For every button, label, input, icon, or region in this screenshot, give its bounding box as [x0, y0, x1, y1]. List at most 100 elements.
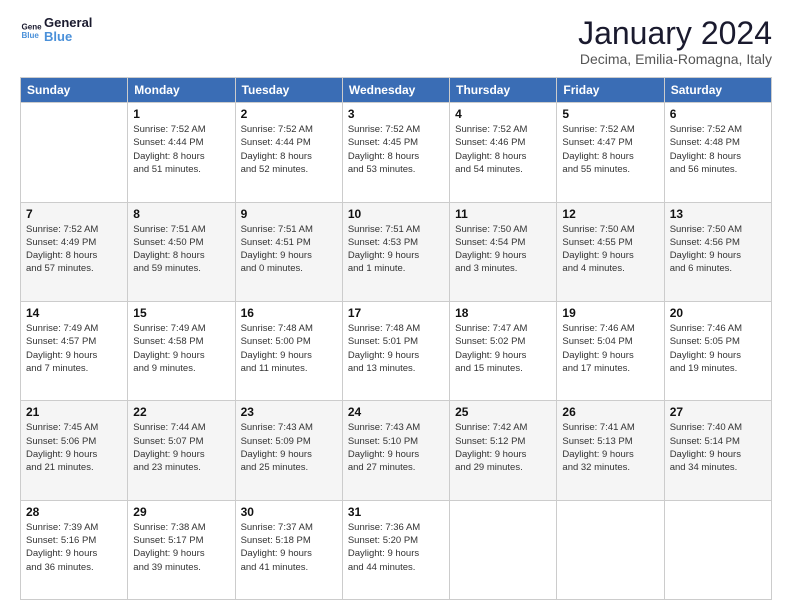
day-cell: 26Sunrise: 7:41 AM Sunset: 5:13 PM Dayli… — [557, 401, 664, 500]
day-cell: 31 Sunrise: 7:36 AM Sunset: 5:20 PM Dayli… — [342, 500, 449, 599]
day-cell: 6 Sunrise: 7:52 AM Sunset: 4:48 PM Daylig… — [664, 103, 771, 202]
day-cell: 23 Sunrise: 7:43 AM Sunset: 5:09 PM Dayli… — [235, 401, 342, 500]
day-info: Sunrise: 7:50 AM Sunset: 4:55 PM Dayligh… — [562, 223, 658, 276]
day-info: Sunrise: 7:42 AM Sunset: 5:12 PM Dayligh… — [455, 421, 551, 474]
day-info: Sunrise: 7:51 AM Sunset: 4:51 PM Dayligh… — [241, 223, 337, 276]
day-cell: 12 Sunrise: 7:50 AM Sunset: 4:55 PM Dayli… — [557, 202, 664, 301]
day-number: 14 — [26, 306, 122, 320]
day-number: 17 — [348, 306, 444, 320]
day-cell: 1Sunrise: 7:52 AM Sunset: 4:44 PM Daylig… — [128, 103, 235, 202]
day-number: 8 — [133, 207, 229, 221]
day-number: 15 — [133, 306, 229, 320]
title-block: January 2024 Decima, Emilia-Romagna, Ita… — [578, 16, 772, 67]
day-number: 1 — [133, 107, 229, 121]
day-info: Sunrise: 7:52 AM Sunset: 4:47 PM Dayligh… — [562, 123, 658, 176]
day-info: Sunrise: 7:39 AM Sunset: 5:16 PM Dayligh… — [26, 521, 122, 574]
day-number: 6 — [670, 107, 766, 121]
header-row: SundayMondayTuesdayWednesdayThursdayFrid… — [21, 78, 772, 103]
day-number: 18 — [455, 306, 551, 320]
day-number: 30 — [241, 505, 337, 519]
day-cell: 28 Sunrise: 7:39 AM Sunset: 5:16 PM Dayli… — [21, 500, 128, 599]
day-cell: 9Sunrise: 7:51 AM Sunset: 4:51 PM Daylig… — [235, 202, 342, 301]
header-cell-wednesday: Wednesday — [342, 78, 449, 103]
day-cell: 18 Sunrise: 7:47 AM Sunset: 5:02 PM Dayli… — [450, 301, 557, 400]
week-row-2: 14 Sunrise: 7:49 AM Sunset: 4:57 PM Dayli… — [21, 301, 772, 400]
day-info: Sunrise: 7:36 AM Sunset: 5:20 PM Dayligh… — [348, 521, 444, 574]
day-info: Sunrise: 7:52 AM Sunset: 4:49 PM Dayligh… — [26, 223, 122, 276]
week-row-1: 7 Sunrise: 7:52 AM Sunset: 4:49 PM Daylig… — [21, 202, 772, 301]
day-cell — [450, 500, 557, 599]
day-cell — [21, 103, 128, 202]
day-info: Sunrise: 7:51 AM Sunset: 4:50 PM Dayligh… — [133, 223, 229, 276]
svg-text:Blue: Blue — [21, 31, 39, 40]
day-cell: 21Sunrise: 7:45 AM Sunset: 5:06 PM Dayli… — [21, 401, 128, 500]
day-info: Sunrise: 7:50 AM Sunset: 4:54 PM Dayligh… — [455, 223, 551, 276]
day-number: 10 — [348, 207, 444, 221]
calendar-table: SundayMondayTuesdayWednesdayThursdayFrid… — [20, 77, 772, 600]
month-title: January 2024 — [578, 16, 772, 51]
day-info: Sunrise: 7:48 AM Sunset: 5:01 PM Dayligh… — [348, 322, 444, 375]
day-number: 28 — [26, 505, 122, 519]
day-cell: 30 Sunrise: 7:37 AM Sunset: 5:18 PM Dayli… — [235, 500, 342, 599]
day-cell: 11 Sunrise: 7:50 AM Sunset: 4:54 PM Dayli… — [450, 202, 557, 301]
day-cell: 19 Sunrise: 7:46 AM Sunset: 5:04 PM Dayli… — [557, 301, 664, 400]
day-number: 23 — [241, 405, 337, 419]
day-cell: 22 Sunrise: 7:44 AM Sunset: 5:07 PM Dayli… — [128, 401, 235, 500]
week-row-0: 1Sunrise: 7:52 AM Sunset: 4:44 PM Daylig… — [21, 103, 772, 202]
day-cell: 4 Sunrise: 7:52 AM Sunset: 4:46 PM Daylig… — [450, 103, 557, 202]
day-info: Sunrise: 7:45 AM Sunset: 5:06 PM Dayligh… — [26, 421, 122, 474]
header: General Blue General Blue January 2024 D… — [20, 16, 772, 67]
day-cell: 5Sunrise: 7:52 AM Sunset: 4:47 PM Daylig… — [557, 103, 664, 202]
day-info: Sunrise: 7:52 AM Sunset: 4:48 PM Dayligh… — [670, 123, 766, 176]
header-cell-friday: Friday — [557, 78, 664, 103]
day-number: 19 — [562, 306, 658, 320]
day-info: Sunrise: 7:38 AM Sunset: 5:17 PM Dayligh… — [133, 521, 229, 574]
day-info: Sunrise: 7:43 AM Sunset: 5:09 PM Dayligh… — [241, 421, 337, 474]
day-cell: 3 Sunrise: 7:52 AM Sunset: 4:45 PM Daylig… — [342, 103, 449, 202]
header-cell-tuesday: Tuesday — [235, 78, 342, 103]
day-info: Sunrise: 7:51 AM Sunset: 4:53 PM Dayligh… — [348, 223, 444, 276]
location-subtitle: Decima, Emilia-Romagna, Italy — [578, 51, 772, 67]
day-cell: 16Sunrise: 7:48 AM Sunset: 5:00 PM Dayli… — [235, 301, 342, 400]
day-info: Sunrise: 7:52 AM Sunset: 4:46 PM Dayligh… — [455, 123, 551, 176]
day-info: Sunrise: 7:47 AM Sunset: 5:02 PM Dayligh… — [455, 322, 551, 375]
day-info: Sunrise: 7:41 AM Sunset: 5:13 PM Dayligh… — [562, 421, 658, 474]
logo-general: General — [44, 16, 92, 30]
day-info: Sunrise: 7:50 AM Sunset: 4:56 PM Dayligh… — [670, 223, 766, 276]
day-number: 4 — [455, 107, 551, 121]
day-info: Sunrise: 7:49 AM Sunset: 4:57 PM Dayligh… — [26, 322, 122, 375]
day-cell: 7 Sunrise: 7:52 AM Sunset: 4:49 PM Daylig… — [21, 202, 128, 301]
day-number: 7 — [26, 207, 122, 221]
day-number: 25 — [455, 405, 551, 419]
logo-icon: General Blue — [20, 19, 42, 41]
day-number: 24 — [348, 405, 444, 419]
day-cell — [664, 500, 771, 599]
day-info: Sunrise: 7:37 AM Sunset: 5:18 PM Dayligh… — [241, 521, 337, 574]
day-number: 11 — [455, 207, 551, 221]
day-cell: 2Sunrise: 7:52 AM Sunset: 4:44 PM Daylig… — [235, 103, 342, 202]
day-number: 3 — [348, 107, 444, 121]
day-info: Sunrise: 7:43 AM Sunset: 5:10 PM Dayligh… — [348, 421, 444, 474]
day-cell: 20Sunrise: 7:46 AM Sunset: 5:05 PM Dayli… — [664, 301, 771, 400]
day-info: Sunrise: 7:40 AM Sunset: 5:14 PM Dayligh… — [670, 421, 766, 474]
week-row-4: 28 Sunrise: 7:39 AM Sunset: 5:16 PM Dayli… — [21, 500, 772, 599]
day-info: Sunrise: 7:52 AM Sunset: 4:45 PM Dayligh… — [348, 123, 444, 176]
logo: General Blue General Blue — [20, 16, 92, 45]
day-number: 27 — [670, 405, 766, 419]
day-info: Sunrise: 7:46 AM Sunset: 5:04 PM Dayligh… — [562, 322, 658, 375]
day-cell: 14 Sunrise: 7:49 AM Sunset: 4:57 PM Dayli… — [21, 301, 128, 400]
day-cell: 24 Sunrise: 7:43 AM Sunset: 5:10 PM Dayli… — [342, 401, 449, 500]
day-cell: 27 Sunrise: 7:40 AM Sunset: 5:14 PM Dayli… — [664, 401, 771, 500]
day-number: 12 — [562, 207, 658, 221]
day-info: Sunrise: 7:49 AM Sunset: 4:58 PM Dayligh… — [133, 322, 229, 375]
day-cell: 17 Sunrise: 7:48 AM Sunset: 5:01 PM Dayli… — [342, 301, 449, 400]
day-number: 13 — [670, 207, 766, 221]
day-cell: 10 Sunrise: 7:51 AM Sunset: 4:53 PM Dayli… — [342, 202, 449, 301]
header-cell-monday: Monday — [128, 78, 235, 103]
svg-text:General: General — [21, 23, 42, 32]
day-number: 22 — [133, 405, 229, 419]
day-number: 31 — [348, 505, 444, 519]
week-row-3: 21Sunrise: 7:45 AM Sunset: 5:06 PM Dayli… — [21, 401, 772, 500]
day-info: Sunrise: 7:44 AM Sunset: 5:07 PM Dayligh… — [133, 421, 229, 474]
day-info: Sunrise: 7:46 AM Sunset: 5:05 PM Dayligh… — [670, 322, 766, 375]
